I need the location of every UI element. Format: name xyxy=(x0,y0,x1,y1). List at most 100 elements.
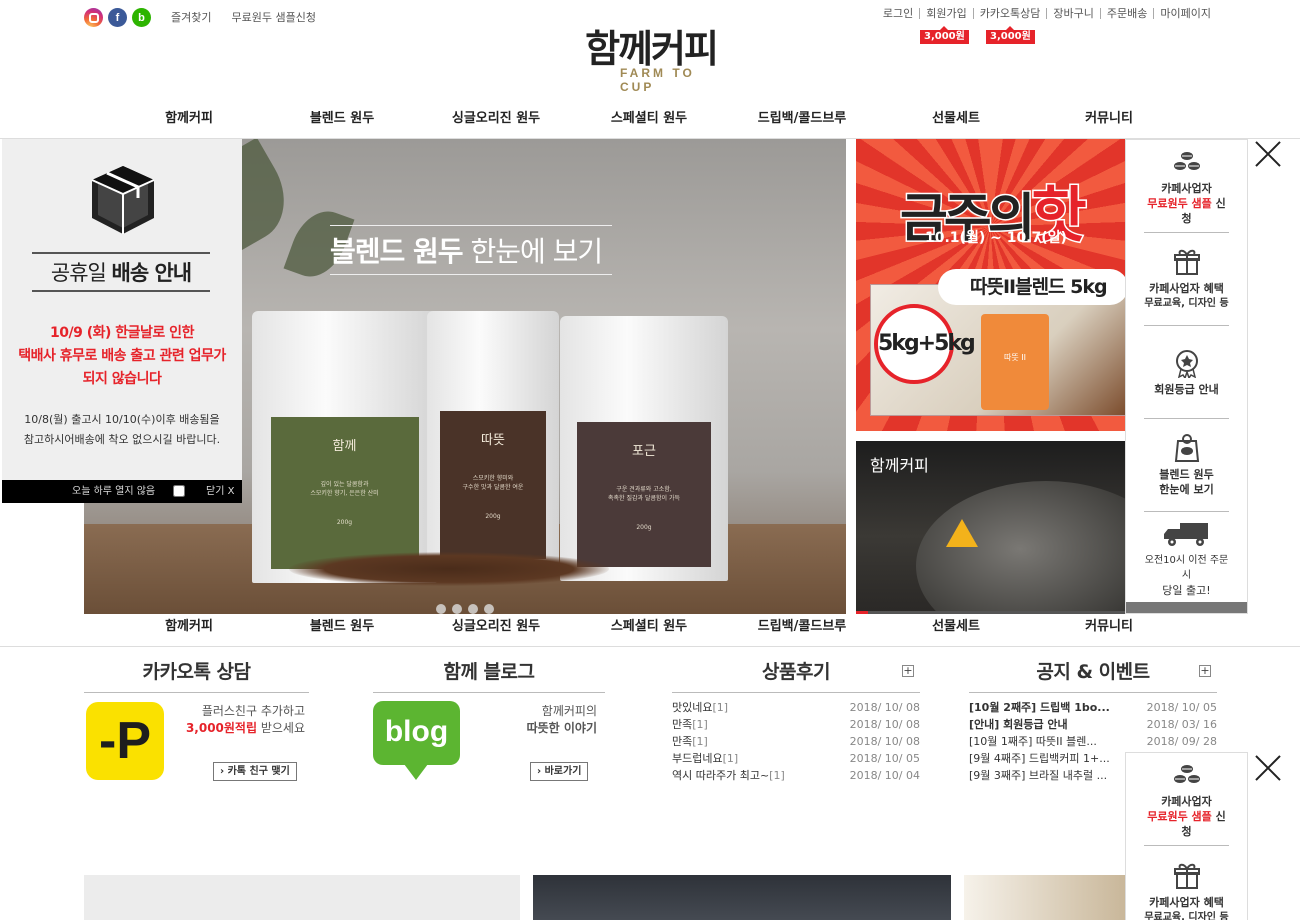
quick-menu-close-icon[interactable] xyxy=(1254,140,1282,168)
nav-item-single-origin[interactable]: 싱글오리진 원두 xyxy=(421,101,571,137)
blog-logo-icon[interactable]: blog xyxy=(373,701,460,765)
list-item[interactable]: 부드럽네요[1] 2018/ 10/ 05 xyxy=(672,750,920,767)
nav-item-hamkke[interactable]: 함께커피 xyxy=(114,101,264,137)
feature-image[interactable] xyxy=(964,875,1125,920)
coffee-beans-icon xyxy=(1173,764,1200,783)
blog-b-icon[interactable]: b xyxy=(132,8,151,27)
secondary-nav: 함께커피 블렌드 원두 싱글오리진 원두 스페셜티 원두 드립백/콜드브루 선물… xyxy=(0,609,1300,647)
kakao-consult-link[interactable]: 카카오톡상담 xyxy=(972,8,1047,19)
nav-item-dripbag[interactable]: 드립백/콜드브루 xyxy=(727,101,877,137)
quick-item-cafe-benefit[interactable]: 카페사업자 혜택 무료교육, 디자인 등 xyxy=(1144,233,1229,326)
blog-text: 함께커피의 따뜻한 이야기 xyxy=(526,704,597,735)
quick-item-same-day[interactable]: 오전10시 이전 주문시 당일 출고! xyxy=(1144,512,1229,605)
signup-link[interactable]: 회원가입 xyxy=(919,8,972,19)
nav-item-dripbag[interactable]: 드립백/콜드브루 xyxy=(727,609,877,645)
list-item[interactable]: 만족[1] 2018/ 10/ 08 xyxy=(672,716,920,733)
popup-red-text: 10/9 (화) 한글날로 인한 택배사 휴무로 배송 출고 관련 업무가 되지… xyxy=(18,325,226,387)
dont-show-today-checkbox[interactable] xyxy=(173,485,185,497)
coffee-bag: 함께 깊이 있는 달콤함과 스모키한 향기, 은은한 산미 200g xyxy=(252,311,437,583)
quick-menu-close-icon[interactable] xyxy=(1254,754,1282,782)
gift-icon xyxy=(1173,863,1200,889)
kakao-section-title: 카카오톡 상담 xyxy=(142,661,252,683)
list-item[interactable]: 역시 따라주가 최고~[1] 2018/ 10/ 04 xyxy=(672,767,920,784)
logo-korean: 함께커피 xyxy=(585,27,719,71)
weekly-hot-banner[interactable]: 금주의핫 10.1(월) ~ 10.7(일) 따뜻II블렌드 5kg 5kg+5… xyxy=(856,139,1125,431)
quick-item-free-sample[interactable]: 카페사업자 무료원두 샘플 신청 xyxy=(1144,753,1229,846)
medal-icon xyxy=(1175,349,1198,378)
quick-item-membership[interactable]: 회원등급 안내 xyxy=(1144,326,1229,419)
quick-menu: 카페사업자 무료원두 샘플 신청 카페사업자 혜택 무료교육, 디자인 등 회원… xyxy=(1125,139,1248,614)
main-nav: 함께커피 블렌드 원두 싱글오리진 원두 스페셜티 원두 드립백/콜드브루 선물… xyxy=(0,101,1300,139)
util-left: 즐겨찾기 무료원두 샘플신청 xyxy=(171,9,316,25)
promo-product: 따뜻II블렌드 5kg xyxy=(938,269,1125,305)
blog-go-button[interactable]: › 바로가기 xyxy=(530,762,589,781)
reviews-list: 맛있네요[1] 2018/ 10/ 08 만족[1] 2018/ 10/ 08 만족… xyxy=(672,699,920,784)
nav-item-specialty[interactable]: 스페셜티 원두 xyxy=(574,609,724,645)
list-item[interactable]: 만족[1] 2018/ 10/ 08 xyxy=(672,733,920,750)
divider xyxy=(84,692,309,693)
mypage-link[interactable]: 마이페이지 xyxy=(1153,8,1217,19)
nav-item-blend[interactable]: 블렌드 원두 xyxy=(267,101,417,137)
nav-item-hamkke[interactable]: 함께커피 xyxy=(114,609,264,645)
login-link[interactable]: 로그인 xyxy=(877,8,919,19)
holiday-notice-popup: 공휴일 배송 안내 10/9 (화) 한글날로 인한 택배사 휴무로 배송 출고… xyxy=(2,139,242,503)
reviews-more-icon[interactable]: + xyxy=(902,665,914,677)
notice-section-title: 공지 & 이벤트 xyxy=(1036,661,1150,683)
video-banner[interactable]: 함께커피 xyxy=(856,441,1125,614)
divider xyxy=(373,692,605,693)
bookmark-link[interactable]: 즐겨찾기 xyxy=(171,9,211,25)
notice-more-icon[interactable]: + xyxy=(1199,665,1211,677)
nav-item-specialty[interactable]: 스페셜티 원두 xyxy=(574,101,724,137)
blog-bubble-tail xyxy=(404,764,428,780)
roaster-drum xyxy=(916,481,1125,614)
quick-item-cafe-benefit[interactable]: 카페사업자 혜택 무료교육, 디자인 등 xyxy=(1144,846,1229,920)
kakao-plus-icon[interactable]: -P xyxy=(86,702,164,780)
free-sample-link[interactable]: 무료원두 샘플신청 xyxy=(231,9,315,25)
util-right: 로그인 회원가입 카카오톡상담 장바구니 주문배송 마이페이지 xyxy=(877,8,1217,19)
coffee-beans-icon xyxy=(1173,151,1200,170)
list-item[interactable]: [안내] 회원등급 안내 2018/ 03/ 16 xyxy=(969,716,1217,733)
bag-label: 함께 깊이 있는 달콤함과 스모키한 향기, 은은한 산미 200g xyxy=(270,417,419,569)
nav-item-gift-set[interactable]: 선물세트 xyxy=(881,609,1031,645)
video-title: 함께커피 xyxy=(870,456,929,475)
coffee-bag: 따뜻 스모키한 향미와 구수한 맛과 달콤한 여운 200g xyxy=(427,311,559,573)
package-box-icon xyxy=(91,166,155,234)
signup-reward-badge: 3,000원 xyxy=(920,26,969,44)
nav-item-single-origin[interactable]: 싱글오리진 원두 xyxy=(421,609,571,645)
cart-link[interactable]: 장바구니 xyxy=(1046,8,1099,19)
list-item[interactable]: 맛있네요[1] 2018/ 10/ 08 xyxy=(672,699,920,716)
facebook-icon[interactable]: f xyxy=(108,8,127,27)
quick-item-free-sample[interactable]: 카페사업자 무료원두 샘플 신청 xyxy=(1144,140,1229,233)
quick-item-blend-overview[interactable]: 블렌드 원두 한눈에 보기 xyxy=(1144,419,1229,512)
promo-bag: 따뜻 II xyxy=(981,314,1049,410)
feature-image[interactable] xyxy=(84,875,520,920)
hero-title: 블렌드 원두 한눈에 보기 xyxy=(330,225,612,275)
social-links: f b xyxy=(84,8,151,27)
kakao-friend-button[interactable]: › 카톡 친구 맺기 xyxy=(213,762,297,781)
reviews-section-title: 상품후기 xyxy=(762,661,830,683)
nav-item-blend[interactable]: 블렌드 원두 xyxy=(267,609,417,645)
kakao-text: 플러스친구 추가하고 3,000원적립 받으세요 xyxy=(185,704,305,735)
popup-note: 10/8(월) 출고시 10/10(수)이후 배송됨을 참고하시어배송에 착오 … xyxy=(23,413,221,446)
quick-menu-floating: 카페사업자 무료원두 샘플 신청 카페사업자 혜택 무료교육, 디자인 등 xyxy=(1125,752,1248,920)
popup-title: 공휴일 배송 안내 xyxy=(32,252,210,292)
order-delivery-link[interactable]: 주문배송 xyxy=(1099,8,1153,19)
divider xyxy=(969,692,1217,693)
nav-item-gift-set[interactable]: 선물세트 xyxy=(881,101,1031,137)
bean-bag-icon xyxy=(1174,434,1199,462)
nav-item-community[interactable]: 커뮤니티 xyxy=(1034,101,1184,137)
promo-offer-badge: 5kg+5kg xyxy=(874,304,976,384)
warning-icon xyxy=(946,519,978,547)
list-item[interactable]: [10월 2째주] 드립백 1bo... 2018/ 10/ 05 xyxy=(969,699,1217,716)
site-logo[interactable]: 함께커피 FARM TO CUP xyxy=(576,30,726,94)
gift-icon xyxy=(1173,249,1200,275)
top-bar: f b 즐겨찾기 무료원두 샘플신청 로그인 회원가입 카카오톡상담 장바구니 … xyxy=(0,0,1300,100)
nav-item-community[interactable]: 커뮤니티 xyxy=(1034,609,1184,645)
instagram-icon[interactable] xyxy=(84,8,103,27)
feature-image[interactable] xyxy=(533,875,951,920)
bag-label: 따뜻 스모키한 향미와 구수한 맛과 달콤한 여운 200g xyxy=(440,411,546,559)
divider xyxy=(672,692,920,693)
promo-date: 10.1(월) ~ 10.7(일) xyxy=(925,230,1067,246)
list-item[interactable]: [10월 1째주] 따뜻II 블렌... 2018/ 09/ 28 xyxy=(969,733,1217,750)
popup-close-button[interactable]: 닫기 X xyxy=(206,480,234,503)
